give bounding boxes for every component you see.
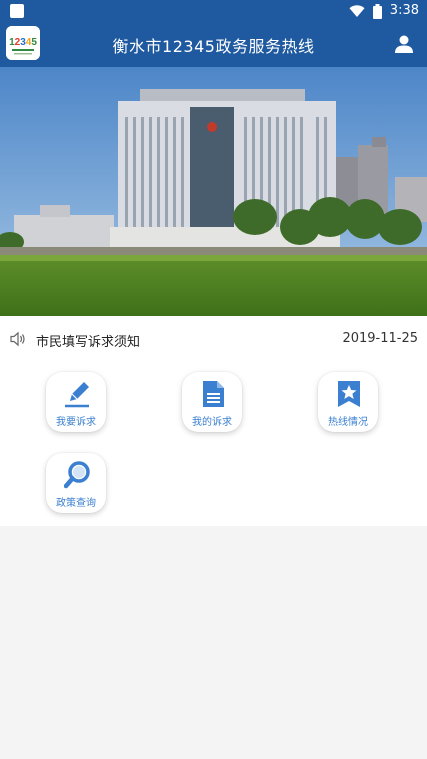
- page-title: 衡水市12345政务服务热线: [112, 37, 315, 56]
- status-bar: 3:38: [0, 0, 427, 23]
- notice-text[interactable]: 市民填写诉求须知: [36, 331, 140, 350]
- notification-icon: [10, 4, 24, 18]
- main-content: 市民填写诉求须知 2019-11-25 我要诉求 我的诉求 热线情况 政策查询: [0, 316, 427, 526]
- banner-image: [0, 67, 427, 316]
- pencil-icon: [64, 380, 90, 408]
- app-header: 12345 衡水市12345政务服务热线: [0, 23, 427, 67]
- magnifier-icon: [63, 461, 90, 489]
- menu-my-complaints[interactable]: 我的诉求: [182, 372, 242, 432]
- speaker-icon: [9, 330, 27, 348]
- menu-policy-search[interactable]: 政策查询: [46, 453, 106, 513]
- wifi-icon: [349, 4, 365, 18]
- battery-icon: [372, 3, 382, 19]
- menu-label: 热线情况: [328, 417, 368, 428]
- menu-label: 政策查询: [56, 498, 96, 509]
- status-right: 3:38: [349, 3, 419, 19]
- user-icon[interactable]: [393, 33, 415, 55]
- menu-hotline-status[interactable]: 热线情况: [318, 372, 378, 432]
- menu-label: 我要诉求: [56, 417, 96, 428]
- notice-date: 2019-11-25: [342, 331, 418, 346]
- menu-label: 我的诉求: [192, 417, 232, 428]
- notice-bar[interactable]: 市民填写诉求须知 2019-11-25: [0, 328, 427, 350]
- star-icon: [336, 380, 362, 408]
- document-icon: [200, 380, 226, 408]
- menu-submit-complaint[interactable]: 我要诉求: [46, 372, 106, 432]
- status-time: 3:38: [389, 3, 419, 18]
